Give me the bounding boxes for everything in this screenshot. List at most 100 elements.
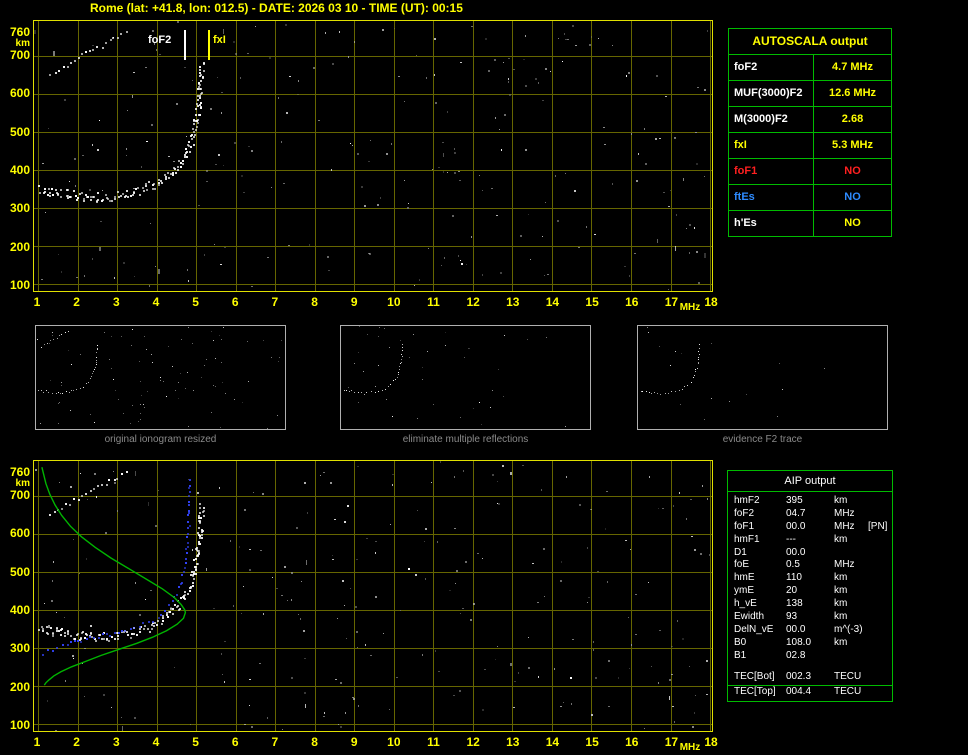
aip-row: ymE 20 km (728, 585, 892, 598)
autoscala-table-title: AUTOSCALA output (729, 29, 891, 55)
x-tick-label: 10 (387, 295, 401, 309)
parameter-label: foF1 (729, 159, 814, 184)
aip-param-flag (868, 611, 892, 624)
aip-row: DelN_vE 00.0 m^(-3) (728, 624, 892, 637)
x-tick-label: 14 (545, 735, 560, 749)
x-tick-label: 1 (33, 735, 41, 749)
aip-param-flag (868, 572, 892, 585)
aip-param-label: B0 (734, 636, 747, 648)
x-tick-label: 4 (152, 295, 160, 309)
x-tick-label: 5 (192, 295, 199, 309)
x-axis-unit-label: MHz (679, 742, 701, 753)
aip-param-unit: MHz (834, 520, 855, 532)
autoscala-row: MUF(3000)F2 12.6 MHz (729, 81, 891, 107)
profile-ionogram-plot (33, 460, 713, 732)
x-tick-label: 2 (73, 735, 80, 749)
aip-param-label: hmF2 (734, 495, 760, 506)
x-tick-label: 9 (350, 295, 358, 309)
aip-param-flag (868, 650, 892, 663)
aip-output-table: AIP output hmF2 395 km foF2 04.7 MHz foF1 00.0 M… (727, 470, 893, 703)
aip-param-label: foF2 (734, 507, 755, 519)
aip-row: hmF2 395 km (728, 495, 892, 508)
main-ionogram-plot: foF2 fxI (33, 20, 713, 292)
y-tick-label: 600 (9, 526, 30, 541)
parameter-value: NO (844, 191, 861, 203)
aip-row: hmE 110 km (728, 572, 892, 585)
y-tick-label: 400 (9, 162, 30, 177)
x-tick-label: 18 (704, 295, 718, 309)
aip-param-flag (868, 547, 892, 560)
thumbnail-caption-multiples: eliminate multiple reflections (402, 434, 529, 445)
aip-param-value: 395 (786, 495, 803, 506)
aip-param-label: hmE (734, 572, 755, 584)
thumbnail-original-canvas (37, 327, 282, 429)
thumbnail-caption-f2: evidence F2 trace (722, 434, 803, 445)
aip-param-unit: MHz (834, 559, 855, 571)
parameter-label: M(3000)F2 (729, 107, 814, 132)
aip-param-unit: km (834, 533, 848, 545)
aip-row: hmF1 --- km (728, 534, 892, 547)
aip-param-value: --- (786, 533, 796, 545)
x-tick-label: 11 (427, 735, 440, 749)
aip-param-unit: TECU (834, 670, 862, 682)
aip-param-label: B1 (734, 649, 747, 661)
aip-row: D1 00.0 (728, 547, 892, 560)
y-tick-label: 400 (9, 602, 30, 617)
aip-param-label: TEC[Bot] (734, 670, 775, 682)
x-tick-label: 13 (506, 295, 520, 309)
aip-param-value: 00.0 (786, 520, 806, 532)
parameter-value: 5.3 MHz (832, 139, 873, 151)
aip-param-value: 02.8 (786, 649, 806, 661)
x-tick-label: 14 (545, 295, 560, 309)
aip-param-unit: km (834, 572, 848, 584)
aip-param-value: 04.7 (786, 507, 806, 519)
autoscala-output-table: AUTOSCALA output foF2 4.7 MHz MUF(3000)F2 1… (728, 28, 892, 237)
aip-param-label: hmF1 (734, 533, 760, 545)
aip-param-value: 002.3 (786, 670, 812, 682)
aip-param-flag (868, 495, 892, 508)
profile-ionogram-canvas (34, 461, 712, 731)
x-tick-label: 4 (152, 735, 160, 749)
x-tick-label: 7 (271, 735, 279, 749)
x-tick-label: 6 (231, 735, 239, 749)
aip-table-title: AIP output (728, 471, 892, 492)
thumbnail-original-ionogram (35, 325, 286, 430)
x-tick-label: 13 (506, 735, 520, 749)
x-tick-label: 3 (112, 735, 120, 749)
x-tick-label: 11 (427, 295, 440, 309)
autoscala-row: foF2 4.7 MHz (729, 55, 891, 81)
y-tick-label: 500 (9, 564, 30, 579)
x-tick-label: 1 (33, 295, 41, 309)
x-tick-label: 8 (311, 735, 318, 749)
fxi-marker-label: fxI (213, 34, 226, 46)
aip-param-unit: km (834, 611, 848, 623)
aip-param-flag (868, 637, 892, 650)
x-tick-label: 12 (466, 735, 480, 749)
aip-param-value: 110 (786, 572, 802, 584)
aip-param-unit: m^(-3) (834, 623, 863, 635)
x-axis-unit-label: MHz (679, 302, 701, 313)
parameter-value: 2.68 (841, 113, 864, 125)
y-tick-label: 100 (9, 717, 30, 732)
aip-param-value: 138 (786, 598, 803, 610)
parameter-label: fxI (729, 133, 814, 158)
aip-param-value: 0.5 (786, 559, 800, 571)
x-tick-label: 3 (112, 295, 120, 309)
aip-row: TEC[Bot] 002.3 TECU (728, 671, 892, 686)
parameter-value: NO (844, 165, 861, 177)
aip-param-value: 00.0 (786, 546, 806, 558)
y-tick-label: 100 (9, 277, 30, 292)
y-tick-label: 300 (9, 201, 30, 216)
autoscala-row: ftEs NO (729, 185, 891, 211)
aip-row: foE 0.5 MHz (728, 559, 892, 572)
aip-param-unit: TECU (834, 685, 862, 697)
parameter-label: h'Es (729, 211, 814, 236)
aip-param-label: Ewidth (734, 611, 765, 623)
aip-param-unit: km (834, 585, 848, 597)
aip-param-flag (868, 624, 892, 637)
aip-param-unit (834, 650, 868, 663)
y-axis-unit-label: km (15, 478, 30, 489)
fxi-marker-line (208, 30, 210, 60)
aip-param-flag (868, 559, 892, 572)
y-tick-label: 500 (9, 124, 30, 139)
